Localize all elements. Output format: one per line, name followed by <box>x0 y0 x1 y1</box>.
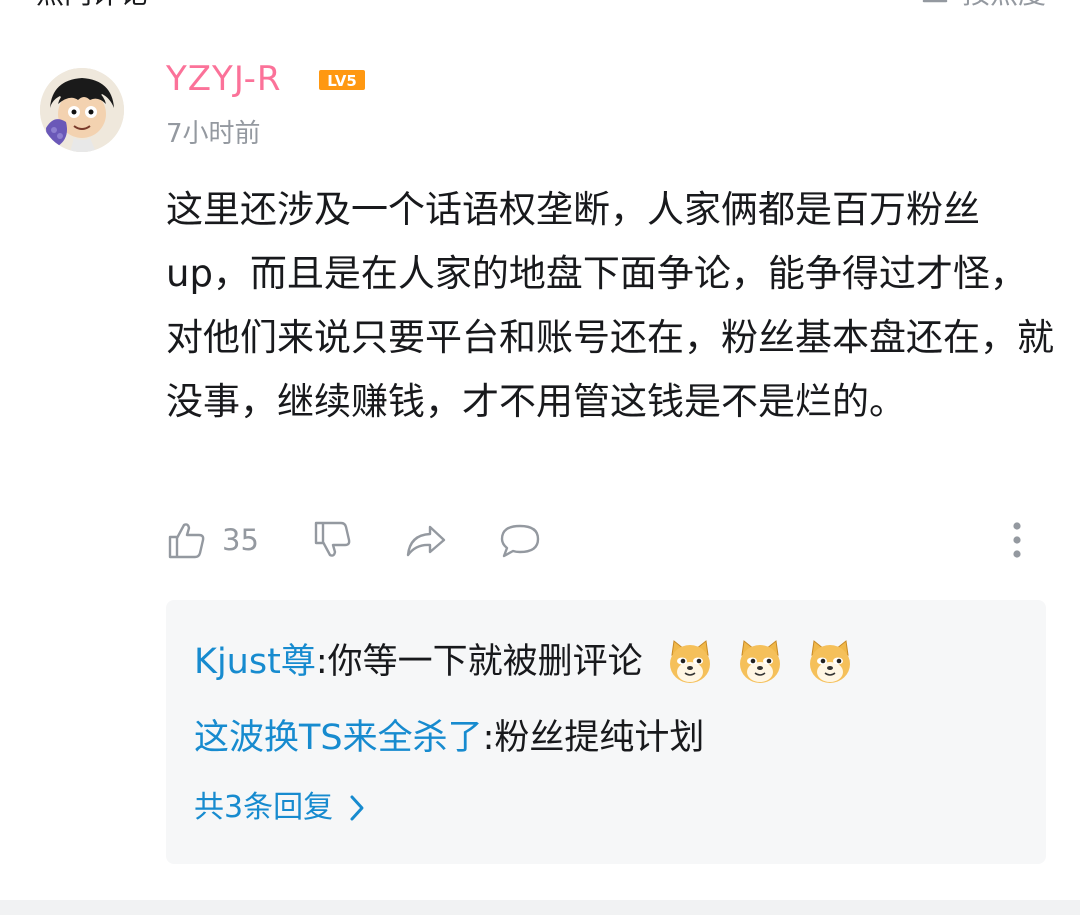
avatar-image <box>40 68 124 152</box>
like-button[interactable]: 35 <box>166 516 259 564</box>
comment-time: 7小时前 <box>166 119 261 149</box>
reply-item: Kjust尊 : 你等一下就被删评论 <box>194 636 855 688</box>
sort-toggle[interactable]: 按热度 <box>920 0 1046 10</box>
dislike-button[interactable] <box>312 516 354 564</box>
reply-button[interactable] <box>498 516 542 564</box>
sort-label: 按热度 <box>962 0 1046 10</box>
reply-separator: : <box>482 718 495 758</box>
section-title: 热门评论 <box>36 0 148 10</box>
section-divider <box>0 900 1080 915</box>
reply-author[interactable]: Kjust尊 <box>194 636 316 688</box>
username[interactable]: YZYJ-R <box>166 58 282 100</box>
share-button[interactable] <box>404 516 448 564</box>
reply-author[interactable]: 这波换TS来全杀了 <box>194 712 483 764</box>
replies-preview[interactable]: Kjust尊 : 你等一下就被删评论 这波换TS来全杀了: 粉丝提纯计划 共3… <box>166 600 1046 864</box>
level-badge-text: LV5 <box>327 72 357 90</box>
thumbs-up-icon <box>168 523 205 559</box>
more-vertical-icon <box>1013 522 1021 558</box>
sort-icon <box>922 0 948 3</box>
doge-emoji <box>669 640 710 683</box>
comment-section-header: 热门评论 按热度 <box>0 0 1080 10</box>
like-count: 35 <box>222 523 259 557</box>
more-options-button[interactable] <box>1002 516 1032 564</box>
share-icon <box>406 525 446 557</box>
reply-text: 粉丝提纯计划 <box>494 718 705 758</box>
chevron-right-icon <box>350 795 364 821</box>
view-all-replies-link[interactable]: 共3条回复 <box>194 784 365 832</box>
comment-text: 这里还涉及一个话语权垄断，人家俩都是百万粉丝up，而且是在人家的地盘下面争论，能… <box>166 188 1054 423</box>
reply-item: 这波换TS来全杀了 : 粉丝提纯计划 <box>194 712 704 764</box>
more-replies-label: 共3条回复 <box>194 790 334 825</box>
level-badge: LV5 <box>319 70 365 90</box>
doge-emoji <box>739 640 780 683</box>
reply-bubble-icon <box>500 524 540 558</box>
reply-text: 你等一下就被删评论 <box>327 642 643 682</box>
reply-separator: : <box>315 642 328 682</box>
thumbs-down-icon <box>314 521 351 557</box>
comment-action-bar: 35 <box>166 516 1046 564</box>
avatar[interactable] <box>40 68 124 152</box>
doge-emoji <box>809 640 850 683</box>
